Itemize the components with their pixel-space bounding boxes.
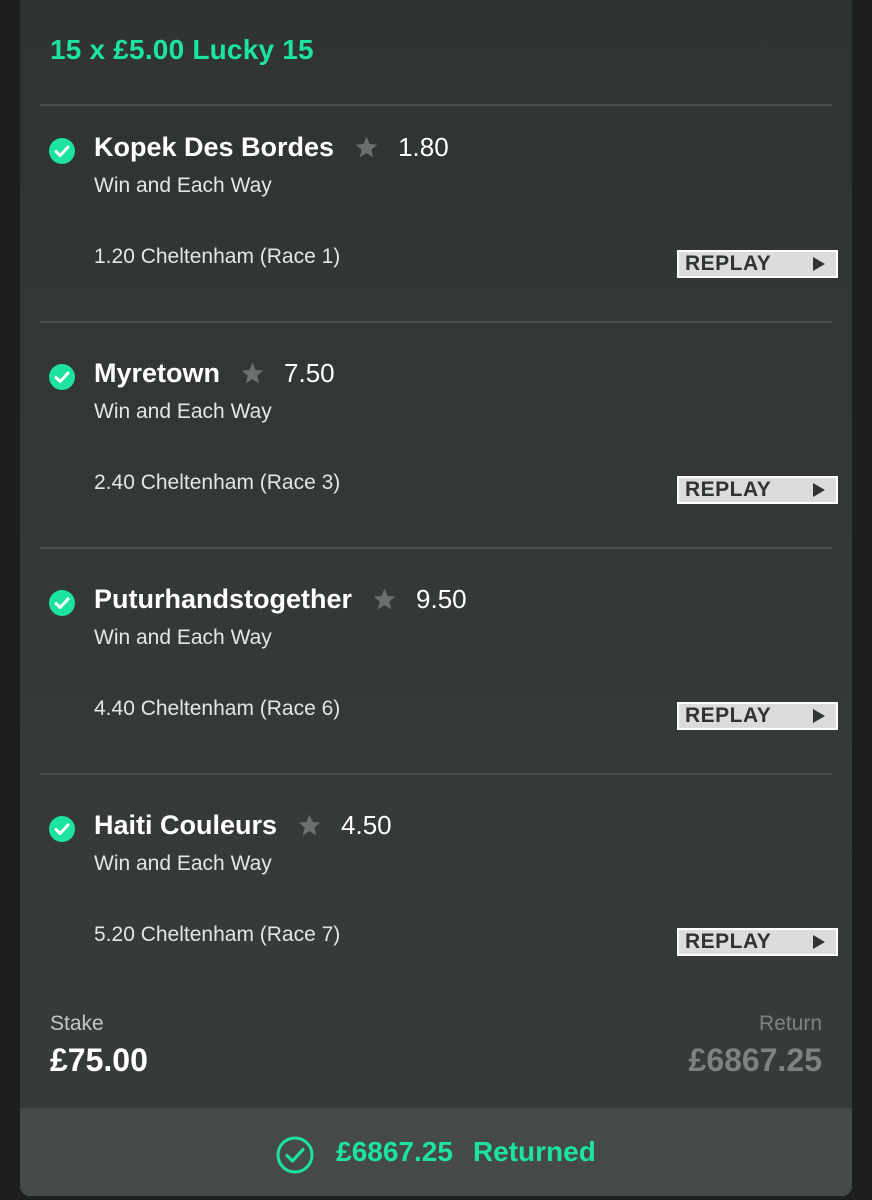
selection-market: Win and Each Way xyxy=(94,400,272,423)
replay-label: REPLAY xyxy=(685,704,772,727)
selection-odds: 7.50 xyxy=(284,358,335,388)
selection-event[interactable]: 2.40 Cheltenham (Race 3) xyxy=(94,471,340,495)
divider xyxy=(40,104,832,106)
replay-button[interactable]: REPLAY xyxy=(677,928,838,956)
replay-button[interactable]: REPLAY xyxy=(677,702,838,730)
selection-header: Myretown 7.50 xyxy=(94,358,335,389)
selection-header: Kopek Des Bordes 1.80 xyxy=(94,132,449,163)
returned-banner: £6867.25 Returned xyxy=(20,1108,852,1196)
selection-market: Win and Each Way xyxy=(94,852,272,875)
selection-header: Puturhandstogether 9.50 xyxy=(94,584,467,615)
bet-title: 15 x £5.00 Lucky 15 xyxy=(50,34,314,65)
divider xyxy=(40,773,832,775)
returned-amount: £6867.25 xyxy=(336,1136,453,1167)
selection-event[interactable]: 4.40 Cheltenham (Race 6) xyxy=(94,697,340,721)
selection-header: Haiti Couleurs 4.50 xyxy=(94,810,392,841)
selection-odds: 4.50 xyxy=(341,810,392,840)
returned-status: Returned xyxy=(472,1136,596,1167)
replay-label: REPLAY xyxy=(685,478,772,501)
selection-item: Puturhandstogether 9.50 Win and Each Way… xyxy=(20,562,852,788)
selection-event[interactable]: 1.20 Cheltenham (Race 1) xyxy=(94,245,340,269)
selection-name: Myretown xyxy=(94,358,221,388)
bet-card: 15 x £5.00 Lucky 15 Kopek Des Bordes 1.8… xyxy=(20,0,852,1196)
check-circle-outline-icon xyxy=(276,1136,314,1174)
replay-label: REPLAY xyxy=(685,930,772,953)
selection-odds: 1.80 xyxy=(398,132,449,162)
selection-name: Puturhandstogether xyxy=(94,584,353,614)
stake-value: £75.00 xyxy=(50,1042,148,1078)
selection-item: Myretown 7.50 Win and Each Way 2.40 Chel… xyxy=(20,336,852,562)
check-circle-icon xyxy=(49,138,75,164)
selection-event[interactable]: 5.20 Cheltenham (Race 7) xyxy=(94,923,340,947)
stake-label: Stake xyxy=(50,1012,104,1035)
play-icon xyxy=(813,483,825,497)
check-circle-icon xyxy=(49,816,75,842)
selection-market: Win and Each Way xyxy=(94,174,272,197)
play-icon xyxy=(813,935,825,949)
play-icon xyxy=(813,709,825,723)
selection-item: Kopek Des Bordes 1.80 Win and Each Way 1… xyxy=(20,110,852,336)
return-label: Return xyxy=(758,1012,822,1035)
selection-market: Win and Each Way xyxy=(94,626,272,649)
star-icon[interactable] xyxy=(372,587,397,612)
replay-button[interactable]: REPLAY xyxy=(677,476,838,504)
selection-name: Haiti Couleurs xyxy=(94,810,278,840)
selection-name: Kopek Des Bordes xyxy=(94,132,335,162)
star-icon[interactable] xyxy=(354,135,379,160)
divider xyxy=(40,547,832,549)
selection-item: Haiti Couleurs 4.50 Win and Each Way 5.2… xyxy=(20,788,852,1014)
play-icon xyxy=(813,257,825,271)
replay-button[interactable]: REPLAY xyxy=(677,250,838,278)
check-circle-icon xyxy=(49,590,75,616)
check-circle-icon xyxy=(49,364,75,390)
return-value: £6867.25 xyxy=(688,1042,822,1078)
replay-label: REPLAY xyxy=(685,252,772,275)
selection-odds: 9.50 xyxy=(416,584,467,614)
star-icon[interactable] xyxy=(297,813,322,838)
divider xyxy=(40,321,832,323)
star-icon[interactable] xyxy=(240,361,265,386)
